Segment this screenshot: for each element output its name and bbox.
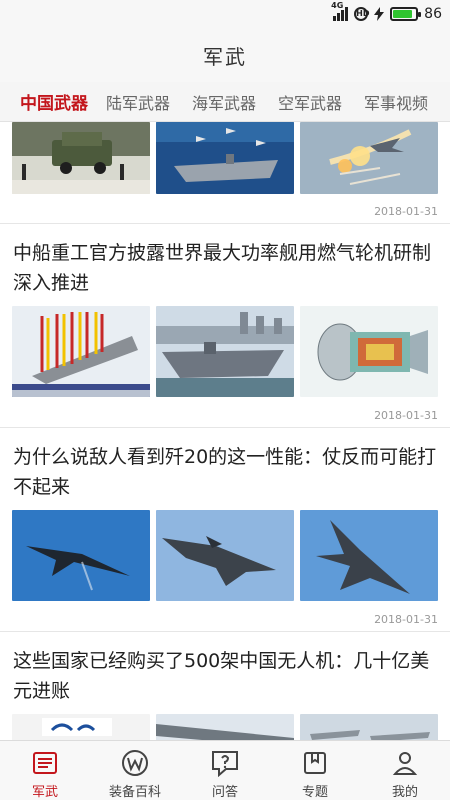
nav-label: 问答	[211, 785, 238, 800]
article-title[interactable]: 为什么说敌人看到歼20的这一性能：仗反而可能打不起来	[13, 442, 439, 502]
article-image-carrier-dock[interactable]	[156, 306, 294, 397]
battery-level	[393, 10, 413, 18]
article-image-aircraft-carrier[interactable]	[156, 122, 294, 194]
status-bar: 4G HD 86	[0, 0, 450, 28]
article-image-launch-ceremony[interactable]	[12, 306, 150, 397]
article-title[interactable]: 这些国家已经购买了500架中国无人机：几十亿美元进账	[13, 646, 439, 706]
hd-icon: HD	[354, 7, 370, 21]
news-list-icon	[30, 748, 60, 778]
article-card[interactable]: 这些国家已经购买了500架中国无人机：几十亿美元进账	[0, 632, 450, 740]
nav-item-equipment-wiki[interactable]: 装备百科	[90, 741, 180, 800]
charging-icon	[374, 7, 385, 21]
app-header: 军武	[0, 28, 450, 82]
article-card[interactable]: 中船重工官方披露世界最大功率舰用燃气轮机研制深入推进 2018-01-31	[0, 224, 450, 428]
status-icons: 4G HD 86	[331, 1, 442, 24]
tab-military-video[interactable]: 军事视频	[364, 90, 428, 114]
battery-percent: 86	[424, 6, 442, 22]
question-bubble-icon	[210, 748, 240, 778]
article-image-drones-airfield[interactable]	[300, 714, 438, 740]
article-image-gas-turbine[interactable]	[300, 306, 438, 397]
nav-item-mine[interactable]: 我的	[360, 741, 450, 800]
wiki-w-icon	[120, 748, 150, 778]
article-date: 2018-01-31	[374, 409, 438, 422]
battery-icon	[390, 7, 422, 21]
nav-label: 专题	[301, 785, 328, 800]
tab-china-weapons[interactable]: 中国武器	[20, 89, 88, 114]
article-image-fighter-flares[interactable]	[300, 122, 438, 194]
signal-icon: 4G	[331, 1, 349, 21]
tab-army-weapons[interactable]: 陆军武器	[106, 90, 170, 114]
article-thumbnails	[12, 306, 438, 397]
article-image-drone-wing[interactable]	[156, 714, 294, 740]
nav-label: 我的	[391, 785, 418, 800]
article-title[interactable]: 中船重工官方披露世界最大功率舰用燃气轮机研制深入推进	[13, 238, 439, 298]
article-thumbnails	[12, 510, 438, 601]
nav-label: 军武	[31, 785, 58, 800]
nav-item-qa[interactable]: 问答	[180, 741, 270, 800]
article-image-j20-banking[interactable]	[12, 510, 150, 601]
article-thumbnails	[12, 714, 438, 740]
article-image-army-vehicles[interactable]	[12, 122, 150, 194]
user-icon	[390, 748, 420, 778]
network-type: 4G	[331, 1, 344, 10]
bottom-nav: 军武 装备百科 问答 专题 我的	[0, 740, 450, 800]
article-image-wing-loong[interactable]	[12, 714, 150, 740]
article-date: 2018-01-31	[374, 613, 438, 626]
article-image-j20-flight[interactable]	[156, 510, 294, 601]
article-thumbnails	[12, 122, 438, 194]
tab-air-force-weapons[interactable]: 空军武器	[278, 90, 342, 114]
bookmark-icon	[300, 748, 330, 778]
nav-item-topics[interactable]: 专题	[270, 741, 360, 800]
news-feed[interactable]: 2018-01-31 中船重工官方披露世界最大功率舰用燃气轮机研制深入推进 20…	[0, 122, 450, 740]
article-date: 2018-01-31	[374, 205, 438, 218]
nav-label: 装备百科	[108, 785, 161, 800]
page-title: 军武	[203, 44, 247, 69]
article-card[interactable]: 为什么说敌人看到歼20的这一性能：仗反而可能打不起来 2018-01-31	[0, 428, 450, 632]
article-card[interactable]: 2018-01-31	[0, 122, 450, 224]
category-tabs: 中国武器 陆军武器 海军武器 空军武器 军事视频	[0, 82, 450, 122]
nav-item-junwu[interactable]: 军武	[0, 741, 90, 800]
tab-navy-weapons[interactable]: 海军武器	[192, 90, 256, 114]
article-image-j20-top[interactable]	[300, 510, 438, 601]
